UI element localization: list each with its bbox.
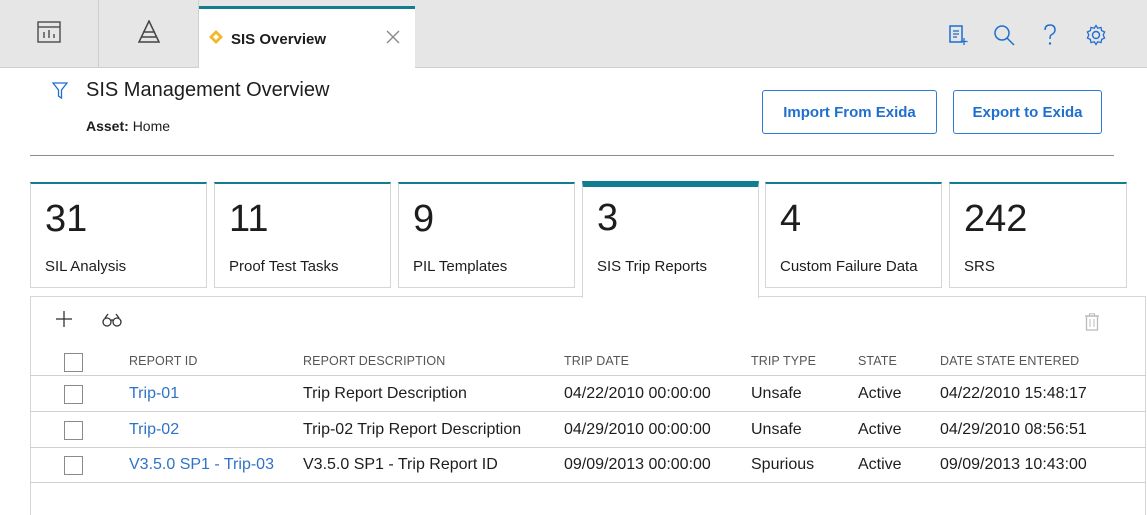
filter-icon[interactable] bbox=[51, 82, 69, 105]
tile-label: SIS Trip Reports bbox=[597, 258, 708, 275]
state: Active bbox=[858, 385, 902, 402]
tile-sis-trip-reports[interactable]: 3 SIS Trip Reports bbox=[582, 181, 759, 298]
top-toolbar bbox=[947, 24, 1107, 46]
header-divider bbox=[30, 155, 1114, 156]
report-description: Trip-02 Trip Report Description bbox=[303, 421, 522, 438]
asset-hierarchy-button[interactable] bbox=[99, 0, 199, 68]
page-title: SIS Management Overview bbox=[86, 79, 330, 101]
tab-label: SIS Overview bbox=[231, 30, 327, 48]
asset-hierarchy-icon bbox=[137, 18, 160, 49]
tile-sil-analysis[interactable]: 31 SIL Analysis bbox=[30, 182, 207, 288]
top-bar: SIS Overview bbox=[0, 0, 1147, 69]
tile-custom-failure-data[interactable]: 4 Custom Failure Data bbox=[765, 182, 942, 288]
tile-count: 242 bbox=[964, 198, 1028, 240]
state: Active bbox=[858, 421, 902, 438]
dashboard-icon bbox=[37, 20, 61, 48]
help-icon[interactable] bbox=[1039, 24, 1061, 46]
sis-overview-tab-icon bbox=[209, 29, 223, 49]
report-id-link[interactable]: Trip-02 bbox=[129, 421, 179, 439]
import-from-exida-button[interactable]: Import From Exida bbox=[762, 90, 937, 134]
date-state-entered: 04/22/2010 15:48:17 bbox=[940, 385, 1087, 402]
close-icon[interactable] bbox=[385, 29, 401, 45]
column-header-trip-date[interactable]: TRIP DATE bbox=[564, 354, 629, 368]
row-checkbox[interactable] bbox=[64, 456, 83, 475]
find-icon[interactable] bbox=[102, 313, 122, 332]
tile-label: Custom Failure Data bbox=[780, 258, 918, 275]
report-description: V3.5.0 SP1 - Trip Report ID bbox=[303, 456, 498, 473]
add-task-icon[interactable] bbox=[947, 24, 969, 46]
tile-label: PIL Templates bbox=[413, 258, 508, 275]
tile-label: Proof Test Tasks bbox=[229, 258, 339, 275]
dashboard-button[interactable] bbox=[0, 0, 99, 68]
report-id-link[interactable]: Trip-01 bbox=[129, 385, 179, 403]
asset-label: Asset: bbox=[86, 118, 129, 134]
row-divider bbox=[30, 482, 1146, 483]
trip-date: 09/09/2013 00:00:00 bbox=[564, 456, 711, 473]
row-checkbox[interactable] bbox=[64, 421, 83, 440]
tile-srs[interactable]: 242 SRS bbox=[949, 182, 1127, 288]
add-icon[interactable] bbox=[55, 310, 73, 333]
tab-sis-overview[interactable]: SIS Overview bbox=[199, 6, 415, 69]
tile-count: 11 bbox=[229, 198, 269, 240]
select-all-checkbox[interactable] bbox=[64, 353, 83, 372]
search-icon[interactable] bbox=[993, 24, 1015, 46]
trip-type: Unsafe bbox=[751, 385, 802, 402]
column-header-report-id[interactable]: REPORT ID bbox=[129, 354, 198, 368]
trip-date: 04/22/2010 00:00:00 bbox=[564, 385, 711, 402]
tile-label: SIL Analysis bbox=[45, 258, 127, 275]
column-header-state[interactable]: STATE bbox=[858, 354, 897, 368]
asset-line: Asset: Home bbox=[86, 118, 170, 134]
tile-proof-test-tasks[interactable]: 11 Proof Test Tasks bbox=[214, 182, 391, 288]
trip-type: Spurious bbox=[751, 456, 815, 473]
tile-count: 31 bbox=[45, 198, 88, 240]
tile-count: 9 bbox=[413, 198, 435, 240]
column-header-date-state-entered[interactable]: DATE STATE ENTERED bbox=[940, 354, 1079, 368]
row-divider bbox=[30, 411, 1146, 412]
row-checkbox[interactable] bbox=[64, 385, 83, 404]
date-state-entered: 04/29/2010 08:56:51 bbox=[940, 421, 1087, 438]
trip-type: Unsafe bbox=[751, 421, 802, 438]
tile-count: 4 bbox=[780, 198, 802, 240]
row-divider bbox=[30, 375, 1146, 376]
state: Active bbox=[858, 456, 902, 473]
export-to-exida-button[interactable]: Export to Exida bbox=[953, 90, 1102, 134]
tile-count: 3 bbox=[597, 197, 619, 239]
report-description: Trip Report Description bbox=[303, 385, 467, 402]
column-header-report-description[interactable]: REPORT DESCRIPTION bbox=[303, 354, 445, 368]
settings-icon[interactable] bbox=[1085, 24, 1107, 46]
row-divider bbox=[30, 447, 1146, 448]
report-id-link[interactable]: V3.5.0 SP1 - Trip-03 bbox=[129, 456, 274, 474]
asset-value: Home bbox=[132, 118, 171, 134]
tile-label: SRS bbox=[964, 258, 995, 275]
trip-date: 04/29/2010 00:00:00 bbox=[564, 421, 711, 438]
tile-pil-templates[interactable]: 9 PIL Templates bbox=[398, 182, 575, 288]
column-header-trip-type[interactable]: TRIP TYPE bbox=[751, 354, 816, 368]
date-state-entered: 09/09/2013 10:43:00 bbox=[940, 456, 1087, 473]
delete-icon[interactable] bbox=[1084, 313, 1100, 336]
